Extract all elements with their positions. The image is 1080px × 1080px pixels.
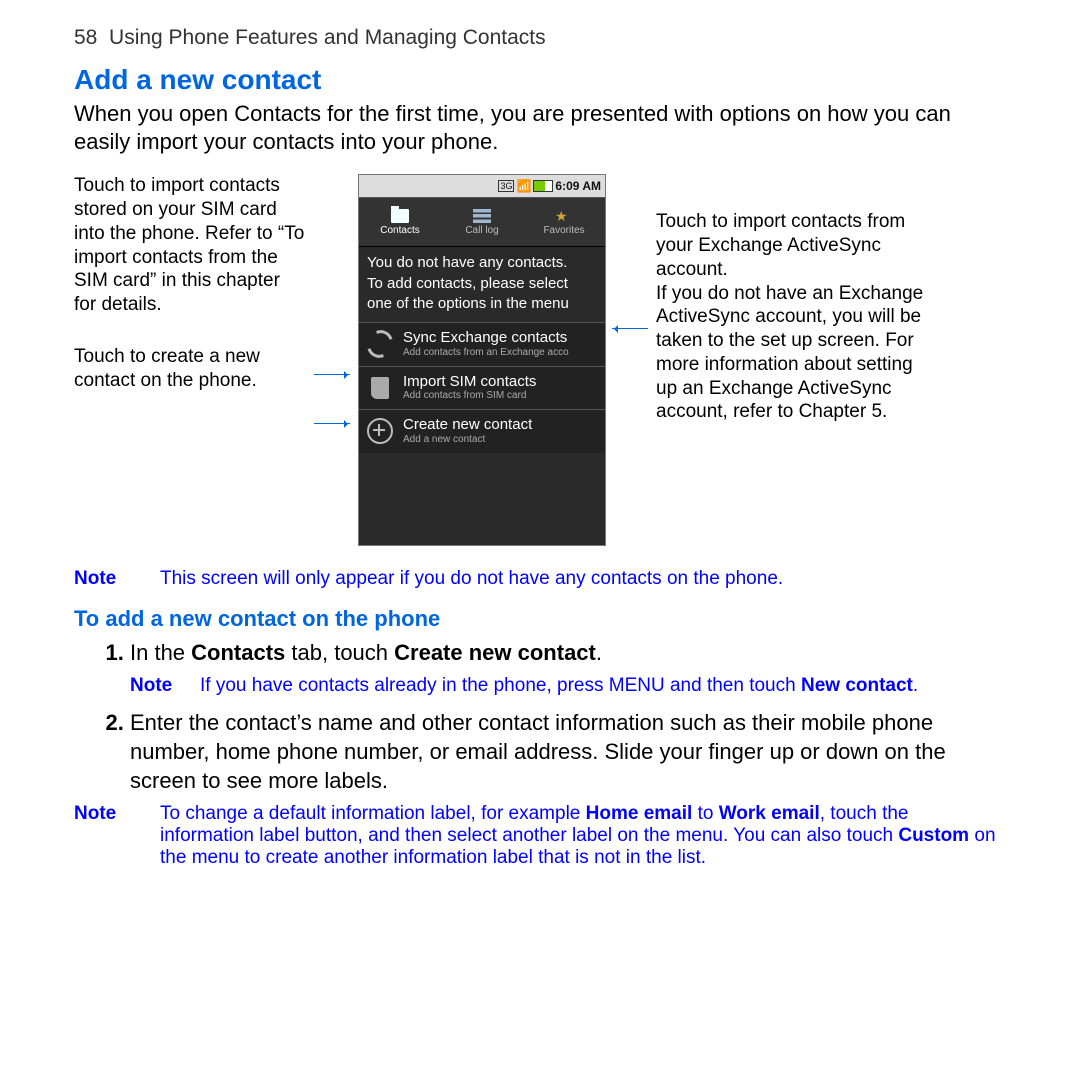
- tab-label: Favorites: [543, 225, 584, 236]
- note-change-label: Note To change a default information lab…: [74, 803, 1006, 869]
- note-body: If you have contacts already in the phon…: [200, 673, 918, 698]
- phone-mock: 3G 📶 6:09 AM Contacts Call log ★: [358, 174, 606, 545]
- star-icon: ★: [555, 209, 573, 223]
- callout-sim: Touch to import contacts stored on your …: [74, 174, 306, 317]
- s1n-text: If you have contacts already in the phon…: [200, 675, 801, 696]
- status-time: 6:09 AM: [555, 179, 601, 193]
- s1-pre: In the: [130, 640, 191, 665]
- opt-title: Create new contact: [403, 417, 532, 434]
- note-text: This screen will only appear if you do n…: [160, 568, 783, 590]
- note-screen-appear: Note This screen will only appear if you…: [74, 568, 1006, 590]
- s1-post: .: [596, 640, 602, 665]
- note-label: Note: [130, 673, 178, 698]
- s1n-end: .: [913, 675, 918, 696]
- empty-l1: You do not have any contacts.: [367, 253, 597, 273]
- callout-exchange: Touch to import contacts from your Excha…: [656, 174, 936, 424]
- tab-label: Call log: [465, 225, 498, 236]
- opt-sub: Add contacts from SIM card: [403, 390, 536, 402]
- plus-icon: [367, 418, 393, 444]
- tab-favorites[interactable]: ★ Favorites: [523, 198, 605, 246]
- opt-sub: Add contacts from an Exchange acco: [403, 347, 569, 359]
- leader-line: [612, 328, 648, 329]
- step-1: In the Contacts tab, touch Create new co…: [130, 638, 1006, 698]
- opt-title: Sync Exchange contacts: [403, 330, 569, 347]
- option-create-new[interactable]: Create new contact Add a new contact: [359, 409, 605, 453]
- status-bar: 3G 📶 6:09 AM: [359, 175, 605, 197]
- tab-label: Contacts: [380, 225, 419, 236]
- 3g-icon: 3G: [498, 180, 514, 192]
- leader-line: [314, 374, 350, 375]
- phone-empty-area: [359, 453, 605, 545]
- section-intro: When you open Contacts for the first tim…: [74, 100, 1006, 156]
- callout-create: Touch to create a new contact on the pho…: [74, 345, 306, 393]
- note-label: Note: [74, 568, 130, 590]
- s1n-bold: New contact: [801, 675, 913, 696]
- page-header: 58 Using Phone Features and Managing Con…: [74, 26, 1006, 50]
- tab-call-log[interactable]: Call log: [441, 198, 523, 246]
- section-title: Add a new contact: [74, 64, 1006, 96]
- signal-icon: 📶: [516, 179, 531, 193]
- phone-tabs: Contacts Call log ★ Favorites: [359, 197, 605, 247]
- tab-contacts[interactable]: Contacts: [359, 198, 441, 246]
- battery-icon: [533, 180, 553, 192]
- s1-mid: tab, touch: [285, 640, 394, 665]
- empty-message: You do not have any contacts. To add con…: [359, 247, 605, 322]
- s1-b1: Contacts: [191, 640, 285, 665]
- empty-l2: To add contacts, please select one of th…: [367, 274, 597, 315]
- chapter-title: Using Phone Features and Managing Contac…: [109, 26, 546, 49]
- option-import-sim[interactable]: Import SIM contacts Add contacts from SI…: [359, 366, 605, 410]
- subheading: To add a new contact on the phone: [74, 606, 1006, 632]
- figure-row: Touch to import contacts stored on your …: [74, 174, 1006, 545]
- steps-list: In the Contacts tab, touch Create new co…: [74, 638, 1006, 795]
- s1-b2: Create new contact: [394, 640, 596, 665]
- folder-icon: [391, 209, 409, 223]
- option-sync-exchange[interactable]: Sync Exchange contacts Add contacts from…: [359, 322, 605, 366]
- step-2: Enter the contact’s name and other conta…: [130, 708, 1006, 795]
- step1-note: Note If you have contacts already in the…: [130, 673, 1006, 698]
- note-label: Note: [74, 803, 130, 869]
- opt-title: Import SIM contacts: [403, 374, 536, 391]
- sync-icon: [367, 331, 393, 357]
- sim-icon: [367, 375, 393, 401]
- leader-line: [314, 423, 350, 424]
- list-icon: [473, 209, 491, 223]
- page-number: 58: [74, 26, 97, 49]
- opt-sub: Add a new contact: [403, 434, 532, 446]
- note-body: To change a default information label, f…: [160, 803, 1006, 869]
